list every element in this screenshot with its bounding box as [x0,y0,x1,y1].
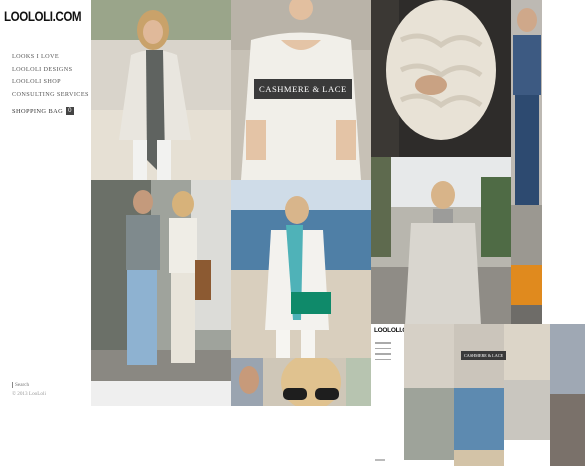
shopping-bag-link[interactable]: Shopping Bag 0 [12,107,74,115]
photo-sunglasses-closeup[interactable] [231,358,371,406]
search-label: Search [15,382,30,389]
main-nav: Looks I Love Loololi Designs Loololi Sho… [12,51,89,101]
nav-item-consulting-services[interactable]: Consulting Services [12,89,89,102]
search-cursor-icon [12,382,13,388]
photo-trench-coat-street[interactable] [371,157,511,325]
shopping-bag-label: Shopping Bag [12,107,64,115]
nav-item-loololi-shop[interactable]: Loololi Shop [12,76,89,89]
gray-placeholder-tile [91,381,231,406]
shopping-bag-count: 0 [66,107,74,115]
mini-footer [375,459,385,461]
sidebar: LOOLOLI.COM Looks I Love Loololi Designs… [0,0,91,466]
site-logo[interactable]: LOOLOLI.COM [4,9,82,24]
mini-page-preview[interactable]: LOOLOLI.COM Cashmere & Lace [371,324,585,466]
photo-woman-gray-scarf[interactable] [91,0,231,180]
search-link[interactable]: Search [12,382,29,388]
photo-couple-walking[interactable] [91,180,231,381]
photo-street-car-edge[interactable] [511,205,542,325]
nav-item-loololi-designs[interactable]: Loololi Designs [12,64,89,77]
photo-chunky-knit-scarf[interactable] [371,0,511,157]
copyright: © 2013 LooLoli [12,391,46,397]
cashmere-lace-label[interactable]: Cashmere & Lace [254,79,352,99]
mini-nav [375,342,391,364]
mini-photo-grid [404,324,585,466]
photo-man-jeans-edge[interactable] [511,0,542,205]
mini-cashmere-label: Cashmere & Lace [461,351,507,360]
photo-teal-scarf-beach[interactable] [231,180,371,358]
nav-item-looks-i-love[interactable]: Looks I Love [12,51,89,64]
